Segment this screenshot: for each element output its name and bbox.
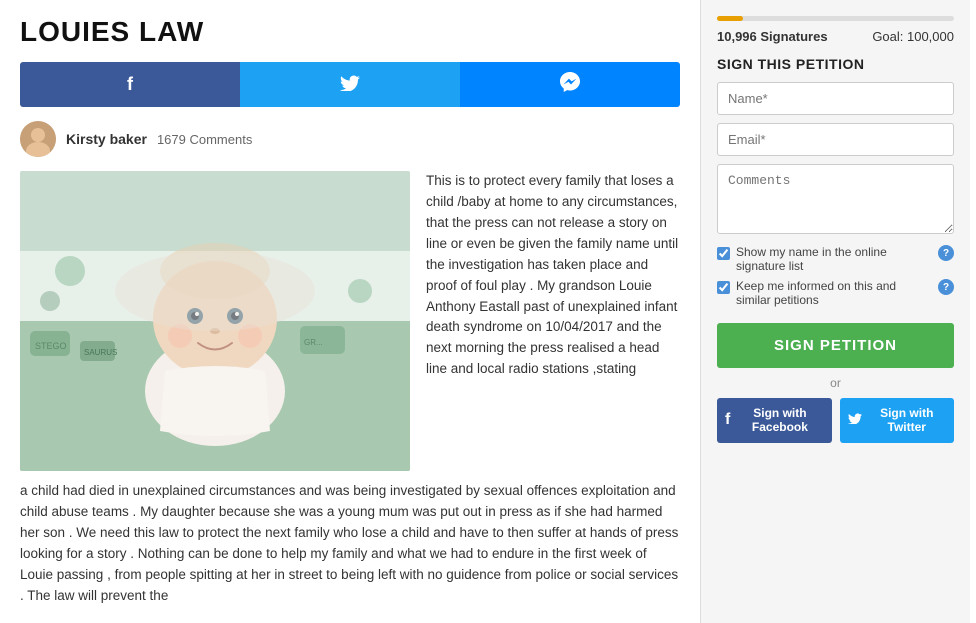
article-body: STEGO SAURUS GR... xyxy=(20,171,680,471)
goal-count: Goal: 100,000 xyxy=(872,29,954,44)
facebook-share-button[interactable]: f xyxy=(20,62,240,107)
facebook-icon: f xyxy=(127,74,133,95)
signatures-count: 10,996 Signatures xyxy=(717,29,828,44)
help-icon-2[interactable]: ? xyxy=(938,279,954,295)
article-text: This is to protect every family that los… xyxy=(426,171,680,380)
checkbox-row-2: Keep me informed on this and similar pet… xyxy=(717,279,954,307)
sign-title: SIGN THIS PETITION xyxy=(717,56,954,72)
help-icon-1[interactable]: ? xyxy=(938,245,954,261)
show-name-checkbox[interactable] xyxy=(717,247,730,260)
twitter-icon xyxy=(340,73,360,96)
page-title: LOUIES LAW xyxy=(20,16,680,48)
twitter-sign-icon xyxy=(848,411,862,429)
sign-petition-form: SIGN THIS PETITION Show my name in the o… xyxy=(717,56,954,443)
author-row: Kirsty baker 1679 Comments xyxy=(20,121,680,157)
progress-labels: 10,996 Signatures Goal: 100,000 xyxy=(717,29,954,44)
svg-text:STEGO: STEGO xyxy=(35,341,67,351)
twitter-sign-label: Sign with Twitter xyxy=(868,406,947,435)
sidebar: 10,996 Signatures Goal: 100,000 SIGN THI… xyxy=(700,0,970,623)
social-sign-row: f Sign with Facebook Sign with Twitter xyxy=(717,398,954,443)
twitter-share-button[interactable] xyxy=(240,62,460,107)
article-continuation: a child had died in unexplained circumst… xyxy=(20,481,680,607)
keep-informed-checkbox[interactable] xyxy=(717,281,730,294)
article-image: STEGO SAURUS GR... xyxy=(20,171,410,471)
svg-text:SAURUS: SAURUS xyxy=(84,348,117,357)
email-input[interactable] xyxy=(717,123,954,156)
article-text-col: This is to protect every family that los… xyxy=(426,171,680,471)
social-bar: f xyxy=(20,62,680,107)
progress-bar-bg xyxy=(717,16,954,21)
facebook-sign-icon: f xyxy=(725,411,730,429)
main-content: LOUIES LAW f Kirsty baker 1679 Comments xyxy=(0,0,700,623)
svg-text:GR...: GR... xyxy=(304,338,323,347)
comments-input[interactable] xyxy=(717,164,954,234)
name-input[interactable] xyxy=(717,82,954,115)
or-divider: or xyxy=(717,376,954,390)
progress-bar-fill xyxy=(717,16,743,21)
avatar xyxy=(20,121,56,157)
signature-progress: 10,996 Signatures Goal: 100,000 xyxy=(717,16,954,44)
facebook-sign-button[interactable]: f Sign with Facebook xyxy=(717,398,832,443)
checkbox1-label: Show my name in the online signature lis… xyxy=(736,245,928,273)
sign-petition-button[interactable]: SIGN PETITION xyxy=(717,323,954,368)
twitter-sign-button[interactable]: Sign with Twitter xyxy=(840,398,955,443)
checkbox-row-1: Show my name in the online signature lis… xyxy=(717,245,954,273)
author-name: Kirsty baker xyxy=(66,131,147,147)
comments-count: 1679 Comments xyxy=(157,132,252,147)
checkbox2-label: Keep me informed on this and similar pet… xyxy=(736,279,928,307)
facebook-sign-label: Sign with Facebook xyxy=(736,406,823,435)
messenger-share-button[interactable] xyxy=(460,62,680,107)
messenger-icon xyxy=(560,72,580,97)
